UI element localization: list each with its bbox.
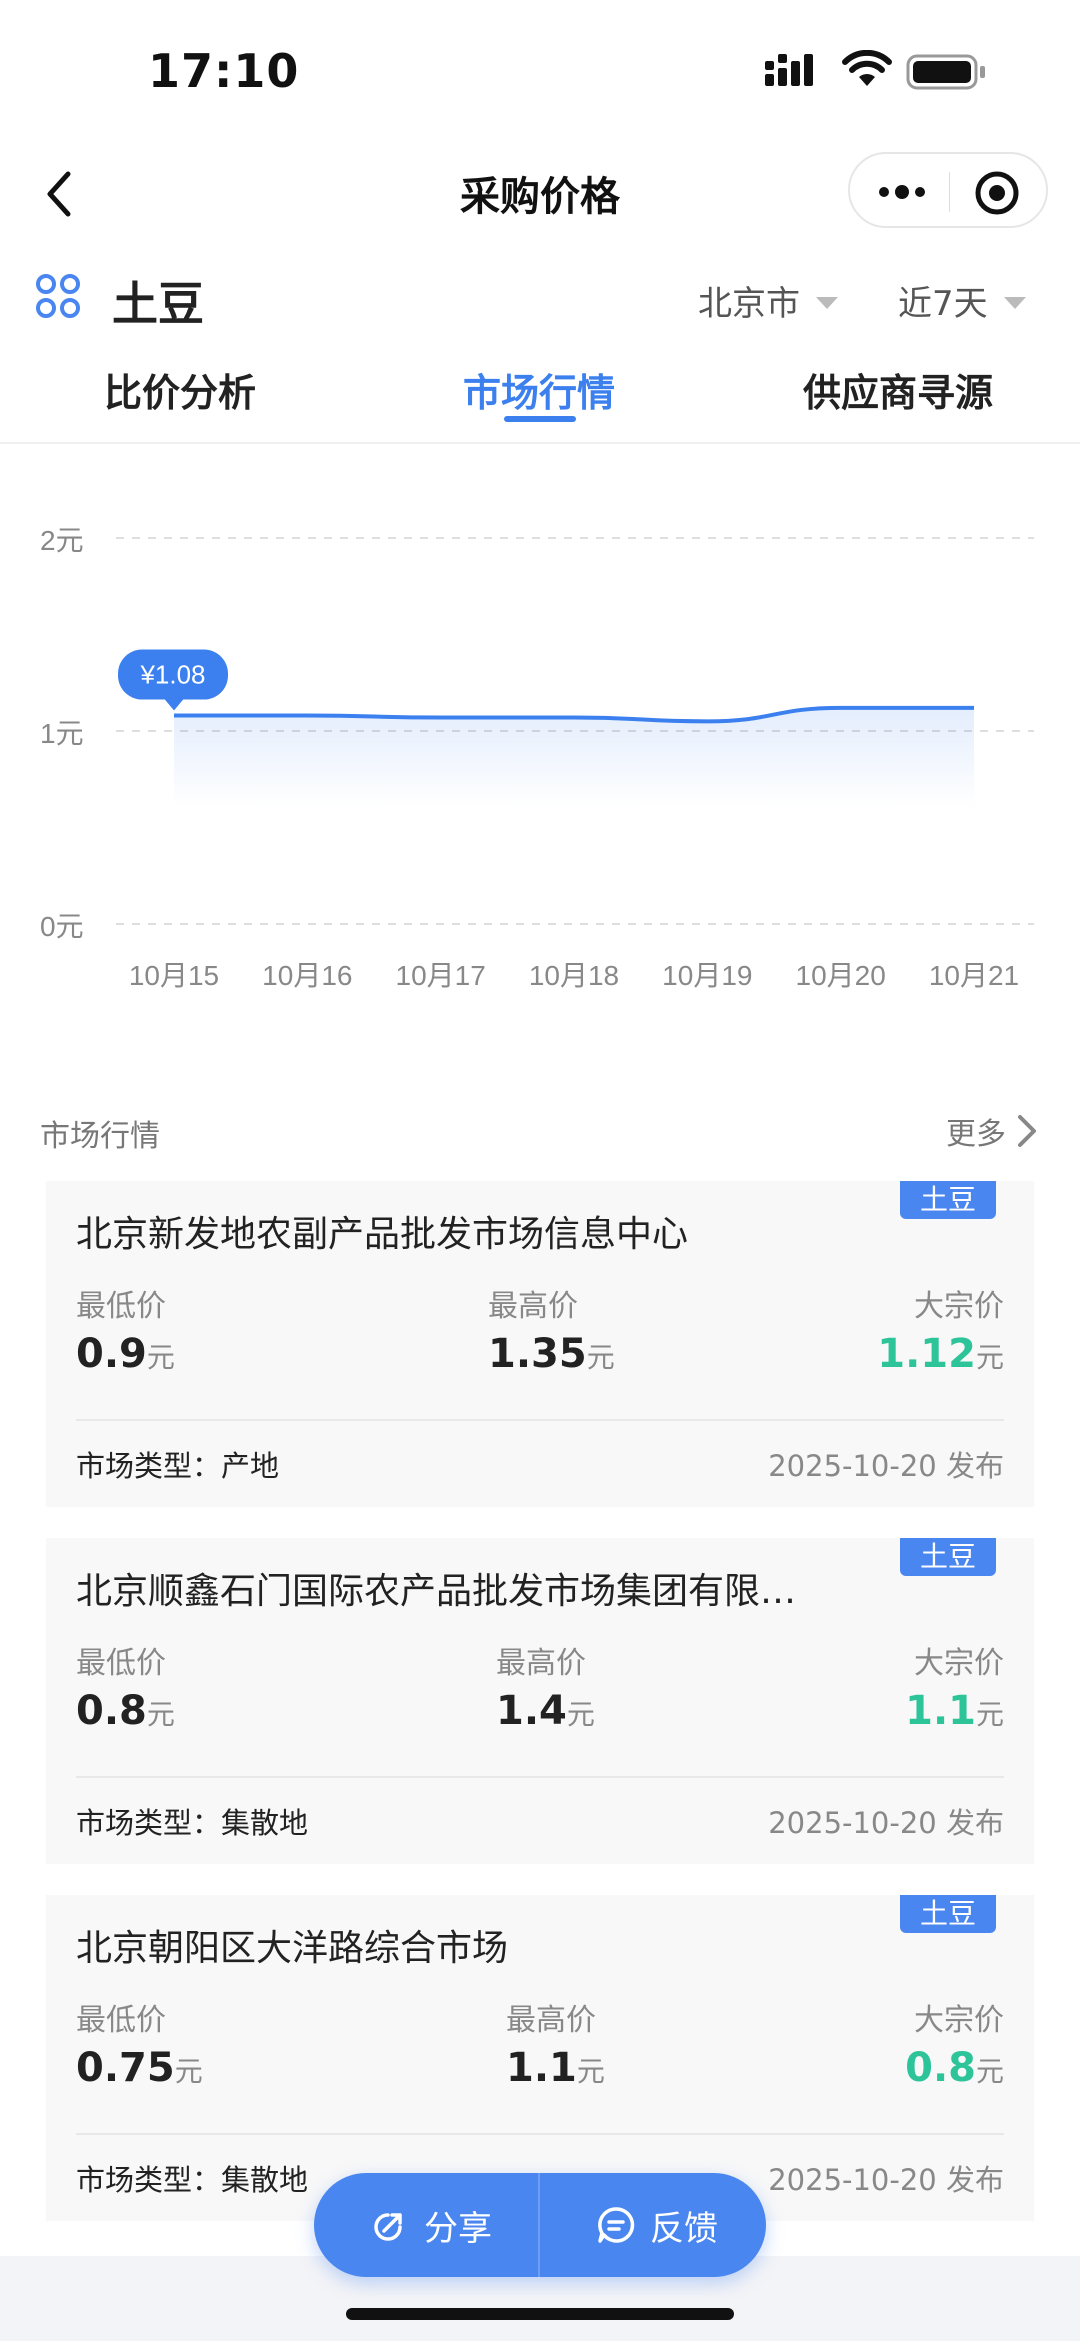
unit-label: 元 — [146, 1341, 175, 1374]
navigation-bar: 采购价格 — [0, 140, 1080, 245]
feedback-button[interactable]: 反馈 — [596, 2173, 718, 2277]
low-price-label: 最低价 — [76, 1646, 166, 1681]
high-price-label: 最高价 — [496, 1646, 586, 1681]
fab-divider — [538, 2173, 540, 2277]
chevron-right-icon — [1018, 1115, 1036, 1147]
high-price-value: 1.35元 — [488, 1331, 615, 1377]
status-bar: 17:10 — [0, 0, 1080, 140]
y-tick-label: 1元 — [40, 718, 84, 749]
product-tag: 土豆 — [900, 1895, 996, 1933]
bulk-price-label: 大宗价 — [914, 2003, 1004, 2038]
card-divider — [76, 1776, 1004, 1778]
x-tick-label: 10月16 — [262, 960, 352, 991]
unit-label: 元 — [586, 1341, 615, 1374]
unit-label: 元 — [975, 2055, 1004, 2088]
low-price-label: 最低价 — [76, 1289, 166, 1324]
range-filter[interactable]: 近7天 — [898, 276, 1026, 325]
bulk-price-value: 1.1元 — [905, 1688, 1004, 1734]
y-tick-label: 2元 — [40, 525, 84, 556]
cellular-signal-icon — [765, 54, 813, 86]
city-filter[interactable]: 北京市 — [698, 276, 838, 325]
battery-icon — [906, 54, 985, 90]
product-name: 土豆 — [112, 277, 204, 331]
tab-price-comparison[interactable]: 比价分析 — [104, 362, 256, 417]
price-line-chart: 0元 1元 2元 10月15 10月16 10月17 10月18 10月19 10月20 10月… — [40, 525, 1034, 991]
more-label: 更多 — [946, 1117, 1006, 1152]
mini-program-capsule — [848, 152, 1048, 228]
x-tick-label: 10月20 — [796, 960, 886, 991]
low-price-label: 最低价 — [76, 2003, 166, 2038]
dropdown-caret-icon — [816, 296, 838, 309]
low-price-value: 0.8元 — [76, 1688, 175, 1734]
bulk-price-value: 1.12元 — [877, 1331, 1004, 1377]
feedback-label: 反馈 — [650, 2208, 718, 2249]
range-filter-label: 近7天 — [898, 284, 988, 324]
more-link[interactable]: 更多 — [946, 1109, 1040, 1153]
unit-label: 元 — [975, 1698, 1004, 1731]
capsule-divider — [949, 172, 950, 212]
city-filter-label: 北京市 — [698, 284, 800, 324]
tab-market-quotes[interactable]: 市场行情 — [463, 362, 615, 417]
unit-label: 元 — [174, 2055, 203, 2088]
market-type: 市场类型：产地 — [76, 1449, 280, 1483]
market-type: 市场类型：集散地 — [76, 1806, 309, 1840]
status-time: 17:10 — [148, 44, 300, 98]
publish-date: 2025-10-20 发布 — [768, 2163, 1004, 2197]
low-price-value: 0.9元 — [76, 1331, 175, 1377]
card-divider — [76, 1419, 1004, 1421]
section-title: 市场行情 — [40, 1119, 160, 1154]
more-dots-icon[interactable] — [874, 174, 930, 210]
product-tag: 土豆 — [900, 1538, 996, 1576]
unit-label: 元 — [566, 1698, 595, 1731]
market-name: 北京新发地农副产品批发市场信息中心 — [76, 1214, 689, 1255]
market-section-header: 市场行情 更多 — [0, 1105, 1080, 1155]
feedback-chat-icon — [598, 2207, 635, 2243]
unit-label: 元 — [146, 1698, 175, 1731]
unit-label: 元 — [975, 1341, 1004, 1374]
high-price-label: 最高价 — [506, 2003, 596, 2038]
market-card[interactable]: 土豆 北京顺鑫石门国际农产品批发市场集团有限… 最低价 最高价 大宗价 0.8元… — [46, 1538, 1034, 1864]
bulk-price-label: 大宗价 — [914, 1646, 1004, 1681]
category-grid-icon[interactable] — [34, 272, 82, 320]
low-price-value: 0.75元 — [76, 2045, 203, 2091]
floating-action-bar: 分享 反馈 — [314, 2173, 766, 2277]
bulk-price-label: 大宗价 — [914, 1289, 1004, 1324]
y-tick-label: 0元 — [40, 911, 84, 942]
x-tick-label: 10月21 — [929, 960, 1019, 991]
close-target-icon[interactable] — [974, 170, 1020, 216]
market-type: 市场类型：集散地 — [76, 2163, 309, 2197]
tab-bar: 比价分析 市场行情 供应商寻源 — [0, 352, 1080, 444]
tab-supplier-sourcing[interactable]: 供应商寻源 — [803, 362, 993, 417]
tooltip-label: ¥1.08 — [139, 660, 205, 690]
high-price-value: 1.1元 — [506, 2045, 605, 2091]
product-tag: 土豆 — [900, 1181, 996, 1219]
publish-date: 2025-10-20 发布 — [768, 1449, 1004, 1483]
unit-label: 元 — [576, 2055, 605, 2088]
series-area — [174, 707, 974, 809]
high-price-label: 最高价 — [488, 1289, 578, 1324]
x-tick-label: 10月17 — [396, 960, 486, 991]
market-card[interactable]: 土豆 北京新发地农副产品批发市场信息中心 最低价 最高价 大宗价 0.9元 1.… — [46, 1181, 1034, 1507]
x-tick-label: 10月15 — [129, 960, 219, 991]
home-indicator — [346, 2308, 734, 2320]
product-header: 土豆 北京市 近7天 — [0, 262, 1080, 332]
bulk-price-value: 0.8元 — [905, 2045, 1004, 2091]
share-button[interactable]: 分享 — [370, 2173, 492, 2277]
market-name: 北京朝阳区大洋路综合市场 — [76, 1928, 509, 1969]
dropdown-caret-icon — [1003, 296, 1026, 309]
x-tick-label: 10月18 — [529, 960, 619, 991]
active-tab-indicator — [504, 416, 576, 422]
publish-date: 2025-10-20 发布 — [768, 1806, 1004, 1840]
high-price-value: 1.4元 — [496, 1688, 595, 1734]
wifi-icon — [842, 50, 892, 86]
card-divider — [76, 2133, 1004, 2135]
x-tick-label: 10月19 — [662, 960, 752, 991]
tooltip-pointer — [164, 698, 184, 711]
market-name: 北京顺鑫石门国际农产品批发市场集团有限… — [76, 1571, 797, 1612]
share-icon — [374, 2213, 402, 2241]
share-label: 分享 — [424, 2208, 492, 2249]
